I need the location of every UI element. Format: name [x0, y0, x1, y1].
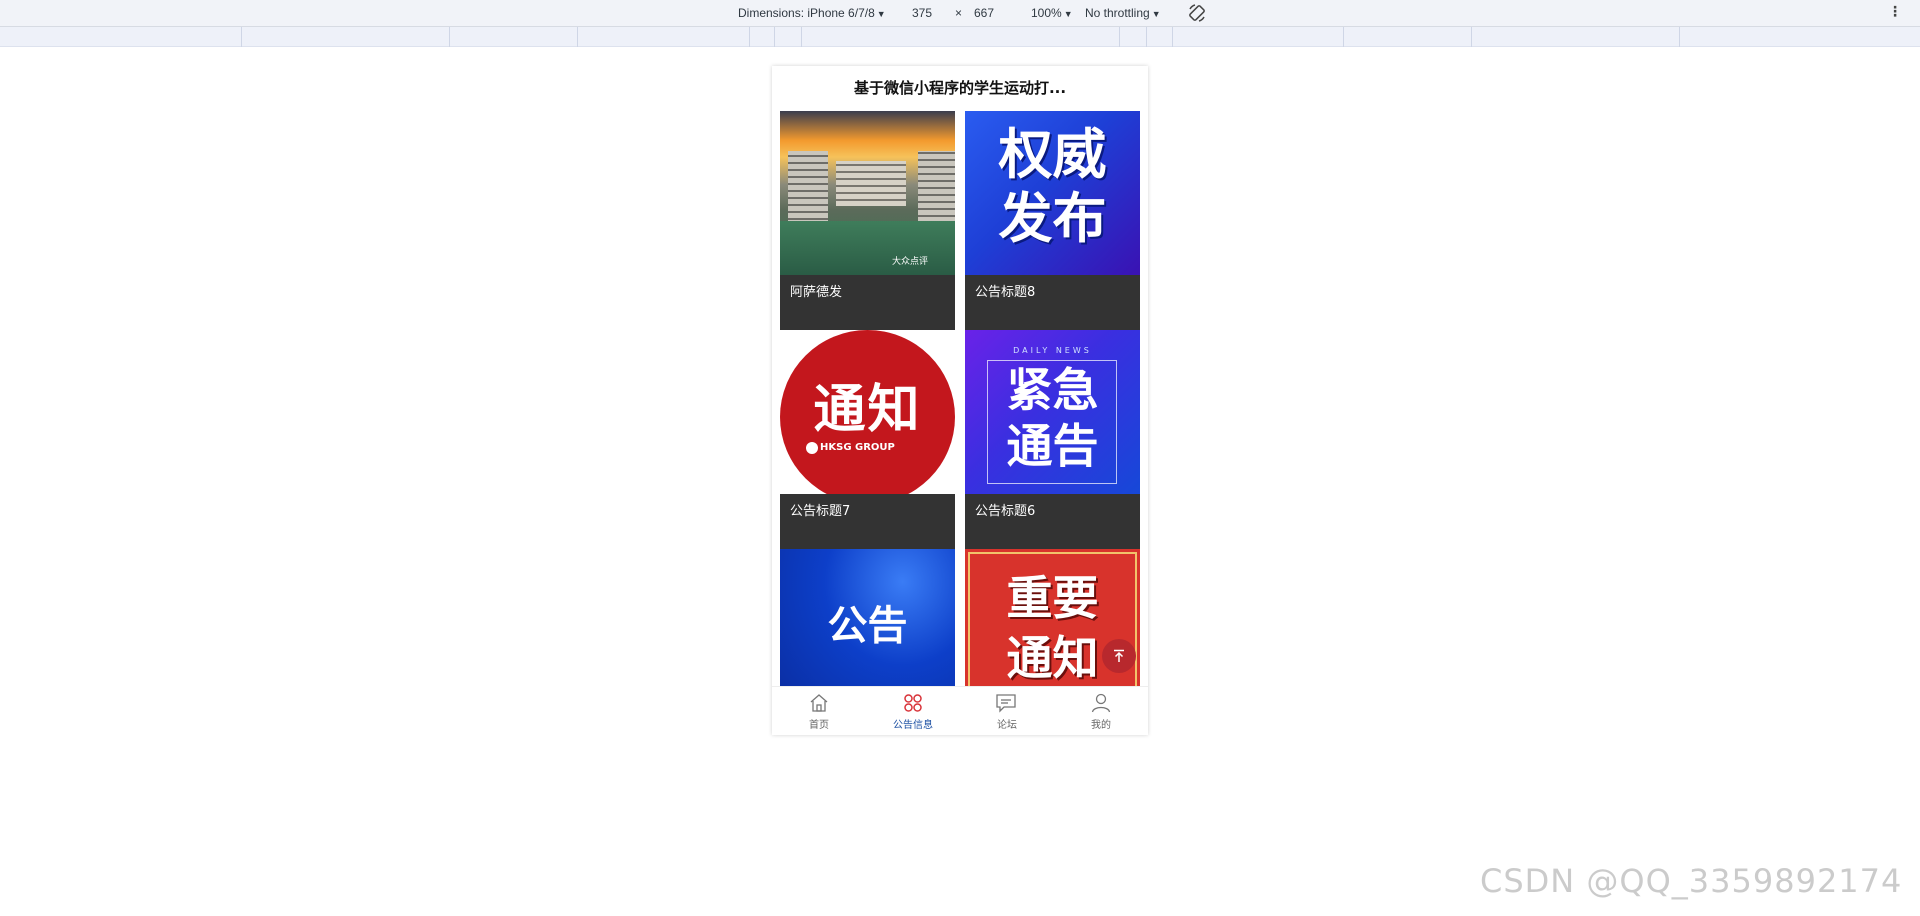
- thumb-text-line: 公告: [827, 603, 908, 649]
- notice-image: 通知 HKSG GROUP: [780, 330, 955, 494]
- media-query-ruler: [0, 27, 1920, 47]
- ruler-segment[interactable]: [1146, 27, 1147, 47]
- phone-viewport: 基于微信小程序的学生运动打... 大众点评 阿萨德发 权威 发布 公告标题8 通…: [772, 66, 1148, 735]
- notice-card[interactable]: 大众点评 阿萨德发: [780, 111, 955, 330]
- court-shape: [780, 221, 955, 275]
- notice-image: 公告: [780, 549, 955, 686]
- ruler-segment[interactable]: [774, 27, 775, 47]
- tab-label: 公告信息: [893, 719, 933, 731]
- tab-forum[interactable]: 论坛: [960, 687, 1054, 735]
- tab-notices[interactable]: 公告信息: [866, 687, 960, 735]
- ruler-segment[interactable]: [1119, 27, 1120, 47]
- ruler-segment[interactable]: [749, 27, 750, 47]
- notice-card[interactable]: DAILY NEWS 紧急 通告 公告标题6: [965, 330, 1140, 549]
- notice-card[interactable]: 权威 发布 公告标题8: [965, 111, 1140, 330]
- ruler-segment[interactable]: [1471, 27, 1472, 47]
- ruler-segment[interactable]: [1679, 27, 1680, 47]
- back-to-top-button[interactable]: [1102, 639, 1136, 673]
- thumb-text-line: 通告: [1006, 419, 1099, 473]
- chat-icon: [996, 693, 1016, 713]
- thumb-overlay-text: DAILY NEWS: [1013, 346, 1092, 355]
- thumb-text-line: 紧急: [1006, 363, 1099, 417]
- home-icon: [810, 693, 828, 712]
- throttling-select[interactable]: No throttling ▼: [1085, 6, 1161, 20]
- notice-title: 阿萨德发: [790, 285, 843, 300]
- ruler-segment[interactable]: [577, 27, 578, 47]
- ruler-segment[interactable]: [1172, 27, 1173, 47]
- notice-image: 权威 发布: [965, 111, 1140, 275]
- page-title: 基于微信小程序的学生运动打...: [853, 79, 1067, 97]
- notice-grid: 大众点评 阿萨德发 权威 发布 公告标题8 通知 HKSG GROUP 公告标题…: [780, 111, 1140, 686]
- devtools-device-toolbar: Dimensions: iPhone 6/7/8 ▼ 375 × 667 100%…: [0, 0, 1920, 27]
- ruler-segment[interactable]: [449, 27, 450, 47]
- thumb-text-line: 权威: [998, 123, 1107, 186]
- thumb-text-line: 发布: [998, 187, 1107, 250]
- arrow-up-icon: [1114, 649, 1124, 662]
- grid-icon: [904, 693, 922, 712]
- building-shape: [836, 161, 906, 206]
- tab-label: 我的: [1091, 719, 1111, 731]
- logo-icon: [806, 442, 818, 454]
- watermark: CSDN @QQ_3359892174: [1480, 862, 1903, 900]
- width-input[interactable]: 375: [912, 6, 932, 20]
- device-select[interactable]: Dimensions: iPhone 6/7/8 ▼: [738, 6, 886, 20]
- ruler-segment[interactable]: [801, 27, 802, 47]
- notice-title: 公告标题7: [790, 504, 851, 519]
- notice-image: 大众点评: [780, 111, 955, 275]
- notice-card[interactable]: 公告: [780, 549, 955, 686]
- notice-image: DAILY NEWS 紧急 通告: [965, 330, 1140, 494]
- thumb-overlay-text: 大众点评: [892, 257, 929, 267]
- thumb-text-line: 通知: [813, 380, 922, 440]
- zoom-select[interactable]: 100% ▼: [1031, 6, 1073, 20]
- ruler-segment[interactable]: [1343, 27, 1344, 47]
- rotate-icon[interactable]: [1187, 3, 1207, 23]
- more-options-icon[interactable]: ⋮: [1888, 4, 1902, 20]
- height-input[interactable]: 667: [974, 6, 994, 20]
- user-icon: [1091, 693, 1111, 712]
- notice-title: 公告标题6: [975, 504, 1036, 519]
- dimension-separator: ×: [955, 6, 963, 20]
- tab-home[interactable]: 首页: [772, 687, 866, 735]
- tab-mine[interactable]: 我的: [1054, 687, 1148, 735]
- thumb-overlay-text: HKSG GROUP: [820, 442, 895, 453]
- ruler-segment[interactable]: [241, 27, 242, 47]
- thumb-text-line: 重要: [1006, 571, 1099, 625]
- bottom-tab-bar: 首页 公告信息 论坛 我的: [772, 686, 1148, 735]
- notice-title: 公告标题8: [975, 285, 1036, 300]
- tab-label: 论坛: [997, 719, 1017, 731]
- tab-label: 首页: [809, 719, 829, 731]
- notice-card[interactable]: 通知 HKSG GROUP 公告标题7: [780, 330, 955, 549]
